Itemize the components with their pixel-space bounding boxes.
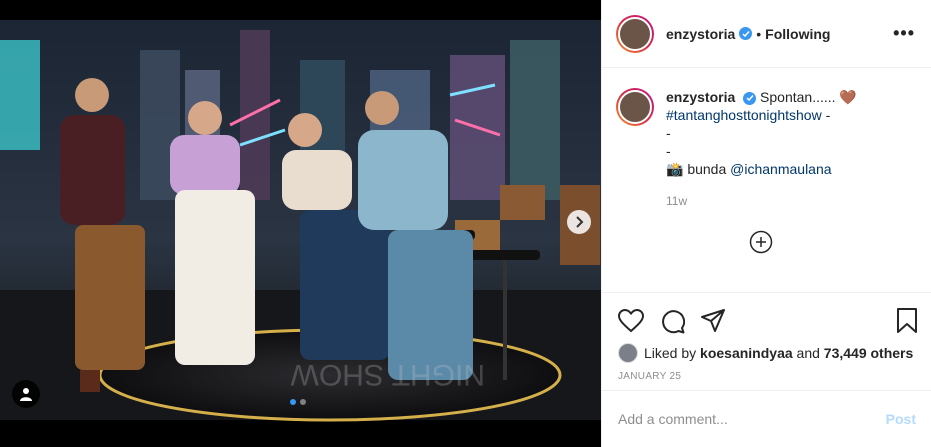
camera-emoji: 📸 — [666, 161, 684, 177]
caption-dash: - — [825, 107, 831, 123]
post-comment-button[interactable]: Post — [886, 411, 916, 427]
share-icon[interactable] — [701, 309, 726, 333]
caption: enzystoria Spontan...... 🤎 #tantanghostt… — [602, 68, 931, 290]
instagram-post-modal: NIGHT SHOW enzystoria • Following ••• en… — [0, 0, 931, 447]
svg-text:NIGHT SHOW: NIGHT SHOW — [290, 358, 485, 391]
bookmark-icon[interactable] — [896, 308, 918, 334]
add-circle-icon — [749, 230, 773, 258]
caption-mention[interactable]: @ichanmaulana — [730, 161, 831, 177]
post-media[interactable]: NIGHT SHOW — [0, 0, 601, 447]
avatar[interactable] — [616, 14, 654, 53]
heart-icon[interactable] — [618, 309, 644, 333]
carousel-dot — [290, 399, 296, 405]
comment-icon[interactable] — [660, 309, 685, 334]
brown-heart-emoji: 🤎 — [839, 89, 857, 105]
next-photo-button[interactable] — [567, 210, 591, 234]
user-tag-icon — [19, 387, 33, 401]
chevron-right-icon — [574, 216, 584, 228]
liker-avatar[interactable] — [618, 343, 638, 363]
header-username[interactable]: enzystoria — [666, 26, 735, 42]
caption-credit: bunda — [687, 161, 727, 177]
likes-prefix: Liked by — [644, 345, 697, 361]
post-header: enzystoria • Following ••• — [602, 0, 931, 68]
caption-hashtag[interactable]: #tantanghosttonightshow — [666, 107, 822, 123]
caption-username[interactable]: enzystoria — [666, 89, 735, 105]
liker-username[interactable]: koesanindyaa — [700, 345, 793, 361]
more-icon[interactable]: ••• — [893, 23, 915, 44]
comment-input[interactable] — [618, 411, 886, 427]
carousel-indicator — [290, 399, 306, 405]
verified-icon — [739, 27, 753, 40]
caption-avatar[interactable] — [616, 88, 654, 126]
caption-time[interactable]: 11w — [666, 192, 857, 210]
carousel-dot — [300, 399, 306, 405]
likes-count[interactable]: 73,449 others — [824, 345, 914, 361]
likes-summary: Liked by koesanindyaa and 73,449 others — [602, 339, 931, 367]
post-photo: NIGHT SHOW — [0, 20, 601, 422]
caption-dash: - — [666, 143, 671, 159]
verified-icon — [743, 91, 757, 105]
post-date[interactable]: JANUARY 25 — [602, 367, 931, 385]
caption-dash: - — [666, 125, 671, 141]
separator: • — [756, 25, 762, 42]
caption-text: Spontan...... — [760, 89, 836, 105]
post-side-panel: enzystoria • Following ••• enzystoria Sp… — [601, 0, 931, 447]
likes-and: and — [796, 345, 820, 361]
load-comments-button[interactable] — [666, 230, 857, 258]
following-button[interactable]: Following — [765, 26, 830, 42]
comment-box: Post — [602, 390, 931, 447]
tagged-users-button[interactable] — [12, 380, 40, 408]
